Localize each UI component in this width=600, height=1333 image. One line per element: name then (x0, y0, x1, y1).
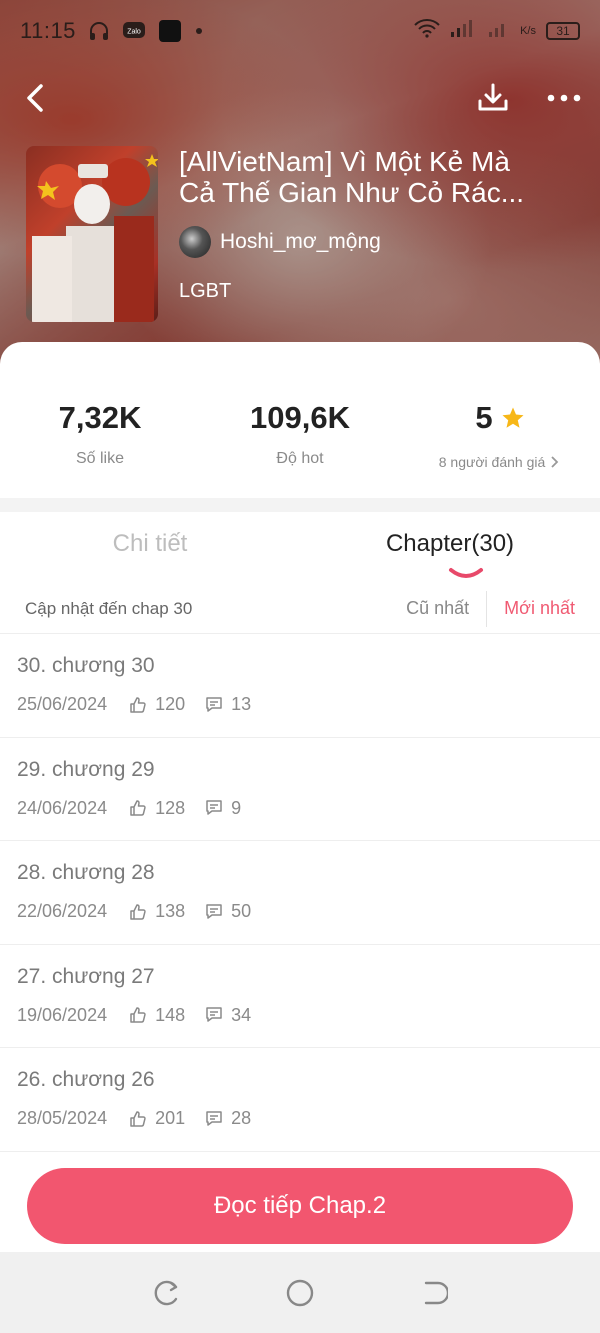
genre-tag[interactable]: LGBT (179, 280, 549, 303)
stat-rating-label: 8 người đánh giá (438, 454, 546, 470)
stat-hot: 109,6K Độ hot (200, 342, 400, 498)
status-bar: 11:15 Zalo K/s 31 (20, 14, 580, 48)
stats-row: 7,32K Số like 109,6K Độ hot 5 8 người đá… (0, 342, 600, 498)
home-icon[interactable] (285, 1278, 315, 1308)
chapter-title: 28. chương 28 (17, 861, 155, 884)
tab-detail[interactable]: Chi tiết (0, 512, 300, 584)
chapter-meta: 19/06/2024 148 34 (17, 1005, 583, 1026)
chapter-item[interactable]: 30. chương 30 25/06/2024 120 13 (0, 634, 600, 738)
stat-likes-label: Số like (75, 450, 125, 467)
chapter-list: 30. chương 30 25/06/2024 120 13 29. chươ… (0, 634, 600, 1152)
chapter-comments: 9 (231, 797, 242, 818)
chapter-likes: 148 (155, 1004, 186, 1025)
back-icon[interactable] (418, 1278, 449, 1308)
chapter-meta: 22/06/2024 138 50 (17, 901, 583, 922)
chapter-comments: 13 (231, 694, 252, 714)
chapter-comments: 34 (231, 1004, 252, 1025)
more-dots-icon[interactable] (546, 92, 582, 104)
chapter-meta: 28/05/2024 201 28 (17, 1108, 583, 1129)
comment-icon (205, 903, 223, 921)
stat-rating-value: 5 (475, 400, 493, 435)
top-navigation (18, 74, 582, 122)
tab-chapters[interactable]: Chapter(30) (300, 512, 600, 584)
svg-text:Zalo: Zalo (127, 29, 141, 36)
download-icon[interactable] (476, 81, 510, 115)
headphones-icon (88, 20, 110, 42)
book-header: [AllVietNam] Vì Một Kẻ Mà Cả Thế Gian Nh… (26, 146, 570, 322)
book-title: [AllVietNam] Vì Một Kẻ Mà Cả Thế Gian Nh… (179, 146, 525, 208)
sort-bar: Cập nhật đến chap 30 Cũ nhất Mới nhất (0, 584, 600, 634)
chapter-date: 28/05/2024 (17, 1108, 108, 1128)
thumb-up-icon (129, 799, 147, 817)
chapter-likes: 201 (155, 1108, 186, 1128)
chapter-date: 22/06/2024 (17, 901, 108, 921)
signal-icon (450, 18, 478, 44)
stat-rating[interactable]: 5 8 người đánh giá (400, 342, 600, 498)
chapter-likes: 138 (155, 901, 186, 921)
author-name: Hoshi_mơ_mộng (220, 230, 381, 253)
chapter-date: 25/06/2024 (17, 694, 108, 714)
author-row[interactable]: Hoshi_mơ_mộng (179, 226, 549, 258)
thumb-up-icon (129, 903, 147, 921)
sort-newest-button[interactable]: Mới nhất (487, 598, 575, 619)
continue-reading-button[interactable]: Đọc tiếp Chap.2 (27, 1168, 573, 1244)
section-divider (0, 498, 600, 512)
stat-likes-value: 7,32K (58, 400, 142, 435)
chapter-meta: 24/06/2024 128 9 (17, 798, 583, 819)
chapter-item[interactable]: 27. chương 27 19/06/2024 148 34 (0, 945, 600, 1048)
comment-icon (205, 1110, 223, 1128)
zalo-icon: Zalo (122, 20, 146, 42)
content-sheet: 7,32K Số like 109,6K Độ hot 5 8 người đá… (0, 342, 600, 1252)
chapter-likes: 128 (155, 797, 186, 818)
chapter-title: 27. chương 27 (17, 964, 155, 988)
chapter-comments: 28 (231, 1108, 252, 1128)
comment-icon (205, 799, 223, 817)
book-info: [AllVietNam] Vì Một Kẻ Mà Cả Thế Gian Nh… (179, 146, 549, 322)
status-time: 11:15 (20, 18, 76, 43)
chapter-title: 26. chương 26 (17, 1068, 155, 1091)
cta-container: Đọc tiếp Chap.2 (27, 1168, 573, 1244)
chapter-item[interactable]: 28. chương 28 22/06/2024 138 50 (0, 841, 600, 945)
sort-oldest-button[interactable]: Cũ nhất (406, 590, 488, 627)
thumb-up-icon (129, 1110, 147, 1128)
chapter-meta: 25/06/2024 120 13 (17, 694, 583, 715)
chapter-title: 30. chương 30 (17, 654, 155, 677)
chapter-likes: 120 (155, 694, 186, 714)
star-icon (501, 406, 525, 430)
dot-icon (194, 26, 204, 36)
chapter-title: 29. chương 29 (17, 757, 155, 781)
tab-indicator (449, 568, 483, 578)
comment-icon (205, 1006, 223, 1024)
chapter-comments: 50 (231, 901, 252, 921)
chapter-date: 19/06/2024 (17, 1004, 108, 1025)
sort-options: Cũ nhất Mới nhất (406, 590, 575, 627)
stat-hot-value: 109,6K (250, 400, 350, 435)
tab-chapters-label: Chapter(30) (385, 530, 515, 557)
stat-hot-label: Độ hot (276, 450, 324, 467)
chapter-item[interactable]: 29. chương 29 24/06/2024 128 9 (0, 738, 600, 841)
avatar (179, 226, 211, 258)
stat-likes: 7,32K Số like (0, 342, 200, 498)
back-arrow-icon[interactable] (18, 80, 54, 116)
recent-apps-icon[interactable] (152, 1278, 182, 1308)
chevron-right-icon (549, 455, 561, 469)
tab-bar: Chi tiết Chapter(30) (0, 512, 600, 584)
book-cover-image[interactable] (26, 146, 158, 322)
comment-icon (205, 696, 223, 714)
update-status: Cập nhật đến chap 30 (25, 598, 193, 618)
battery-icon: 31 (546, 22, 580, 40)
wifi-icon (414, 18, 440, 44)
net-speed: K/s (520, 25, 536, 37)
system-navigation-bar (0, 1252, 600, 1333)
app-notification-icon (158, 19, 182, 43)
signal-icon-2 (488, 18, 510, 44)
thumb-up-icon (129, 1006, 147, 1024)
chapter-item[interactable]: 26. chương 26 28/05/2024 201 28 (0, 1048, 600, 1152)
chapter-date: 24/06/2024 (17, 797, 108, 818)
thumb-up-icon (129, 696, 147, 714)
